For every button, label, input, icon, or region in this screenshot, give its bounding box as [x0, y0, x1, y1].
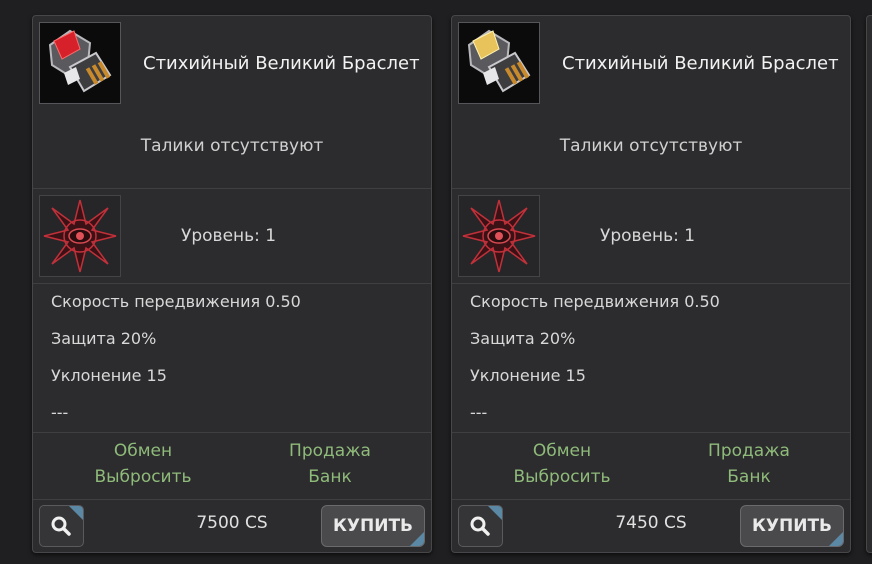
item-actions: Обмен Продажа Выбросить Банк: [452, 432, 850, 500]
stats-list: Скорость передвижения 0.50 Защита 20% Ук…: [51, 292, 301, 440]
item-card: Стихийный Великий Браслет Талики отсутст…: [32, 15, 432, 553]
card-footer: 7450 CS КУПИТЬ: [452, 499, 850, 552]
sell-link[interactable]: Продажа: [669, 441, 829, 461]
drop-link[interactable]: Выбросить: [63, 467, 223, 487]
exchange-link[interactable]: Обмен: [63, 441, 223, 461]
rune-star-icon: [458, 195, 540, 277]
sell-link[interactable]: Продажа: [250, 441, 410, 461]
exchange-link[interactable]: Обмен: [482, 441, 642, 461]
stat-speed: Скорость передвижения 0.50: [470, 292, 720, 311]
item-card: Стихийный Великий Браслет Талики отсутст…: [451, 15, 851, 553]
item-header: Стихийный Великий Браслет Талики отсутст…: [33, 16, 431, 189]
stats-list: Скорость передвижения 0.50 Защита 20% Ук…: [470, 292, 720, 440]
level-section: Уровень: 1: [33, 189, 431, 284]
item-card-partial: [866, 15, 872, 553]
rune-star-icon: [39, 195, 121, 277]
stat-speed: Скорость передвижения 0.50: [51, 292, 301, 311]
stat-defense: Защита 20%: [470, 329, 576, 348]
item-name: Стихийный Великий Браслет: [143, 53, 420, 74]
bank-link[interactable]: Банк: [250, 467, 410, 487]
stat-evasion: Уклонение 15: [51, 366, 167, 385]
talic-status: Талики отсутствуют: [140, 136, 324, 156]
stat-evasion: Уклонение 15: [470, 366, 586, 385]
bracelet-icon: [458, 22, 540, 104]
item-name: Стихийный Великий Браслет: [562, 53, 839, 74]
buy-button[interactable]: КУПИТЬ: [321, 505, 425, 547]
level-text: Уровень: 1: [181, 226, 277, 246]
buy-label: КУПИТЬ: [751, 516, 832, 536]
corner-marker: [829, 532, 843, 546]
stat-defense: Защита 20%: [51, 329, 157, 348]
bracelet-icon: [39, 22, 121, 104]
buy-button[interactable]: КУПИТЬ: [740, 505, 844, 547]
level-section: Уровень: 1: [452, 189, 850, 284]
item-header: Стихийный Великий Браслет Талики отсутст…: [452, 16, 850, 189]
drop-link[interactable]: Выбросить: [482, 467, 642, 487]
bank-link[interactable]: Банк: [669, 467, 829, 487]
card-footer: 7500 CS КУПИТЬ: [33, 499, 431, 552]
talic-status: Талики отсутствуют: [559, 136, 743, 156]
corner-marker: [410, 532, 424, 546]
item-actions: Обмен Продажа Выбросить Банк: [33, 432, 431, 500]
buy-label: КУПИТЬ: [332, 516, 413, 536]
level-text: Уровень: 1: [600, 226, 696, 246]
